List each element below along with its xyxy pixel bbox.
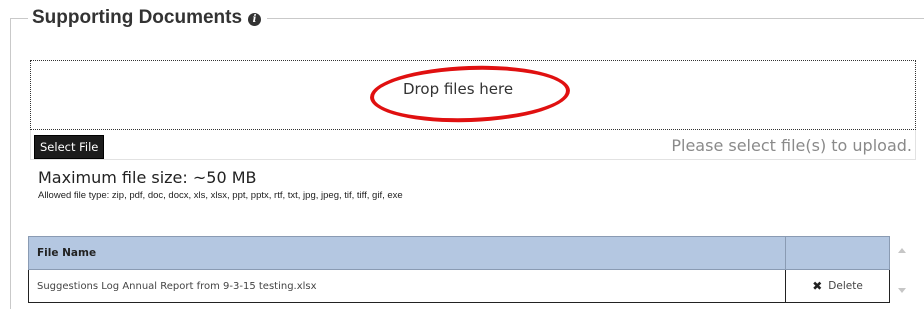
info-icon[interactable]: i [248, 12, 262, 26]
delete-button[interactable]: ✖ Delete [812, 279, 863, 293]
section-legend: Supporting Documents i [28, 4, 268, 32]
allowed-file-types-label: Allowed file type: zip, pdf, doc, docx, … [38, 190, 403, 201]
table-header-row: File Name [28, 236, 890, 270]
delete-cell: ✖ Delete [785, 269, 890, 303]
files-table-container: File Name Suggestions Log Annual Report … [28, 236, 890, 303]
select-file-button[interactable]: Select File [34, 135, 105, 159]
delete-label: Delete [828, 280, 863, 292]
table-row: Suggestions Log Annual Report from 9-3-1… [28, 269, 890, 303]
upload-status-text: Please select file(s) to upload. [671, 136, 912, 155]
file-name-cell[interactable]: Suggestions Log Annual Report from 9-3-1… [28, 269, 786, 303]
fieldset-border-top-right [910, 18, 924, 19]
column-header-file-name[interactable]: File Name [28, 236, 786, 270]
scroll-up-arrow-icon[interactable] [898, 248, 906, 253]
files-table: File Name Suggestions Log Annual Report … [28, 236, 890, 303]
x-icon: ✖ [812, 279, 823, 293]
drop-files-label: Drop files here [403, 80, 514, 98]
supporting-documents-page: Supporting Documents i Drop files here S… [0, 0, 924, 322]
table-scrollbar[interactable] [893, 236, 911, 302]
column-header-actions [785, 236, 890, 270]
section-title: Supporting Documents [32, 7, 243, 28]
max-file-size-label: Maximum file size: ~50 MB [38, 168, 257, 187]
scroll-down-arrow-icon[interactable] [898, 288, 906, 293]
